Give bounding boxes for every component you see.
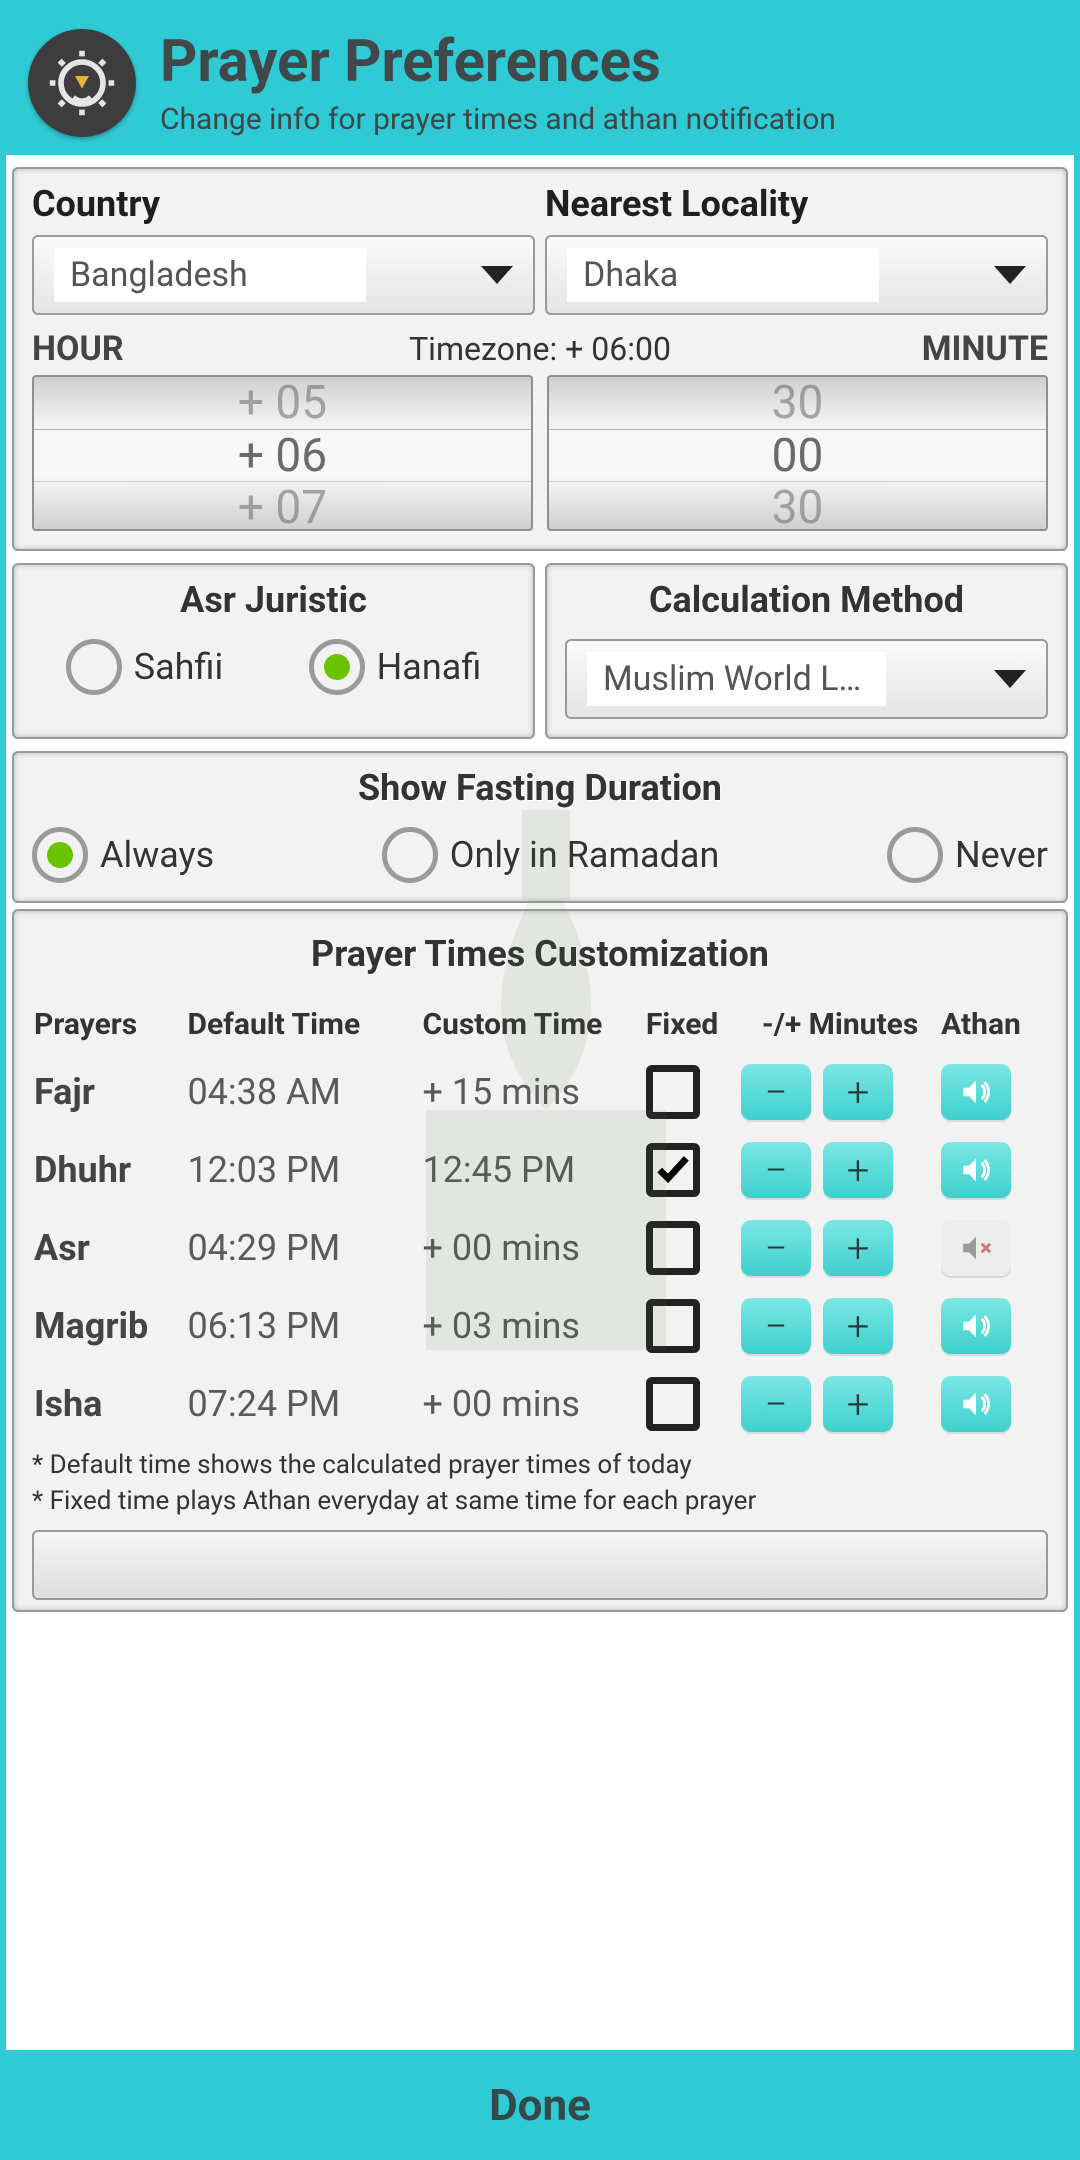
locality-label: Nearest Locality — [545, 183, 1048, 225]
large-action-button[interactable] — [32, 1530, 1048, 1600]
footnote-2: * Fixed time plays Athan everyday at sam… — [32, 1486, 1048, 1516]
plus-button[interactable]: + — [823, 1142, 893, 1198]
fixed-checkbox[interactable] — [646, 1065, 700, 1119]
col-default: Default Time — [187, 997, 420, 1052]
custom-time: + 03 mins — [422, 1288, 643, 1364]
custom-time: + 00 mins — [422, 1366, 643, 1442]
minute-label: MINUTE — [709, 329, 1048, 369]
athan-toggle[interactable] — [941, 1064, 1011, 1120]
default-time: 12:03 PM — [187, 1132, 420, 1208]
table-row: Dhuhr12:03 PM12:45 PM −+ — [34, 1132, 1046, 1208]
footnote-1: * Default time shows the calculated pray… — [32, 1450, 1048, 1480]
fasting-panel: Show Fasting Duration Always Only in Ram… — [12, 751, 1068, 903]
location-panel: Country Bangladesh Nearest Locality Dhak… — [12, 167, 1068, 551]
minute-selected: 00 — [549, 429, 1046, 481]
plus-button[interactable]: + — [823, 1220, 893, 1276]
locality-value: Dhaka — [567, 248, 879, 302]
hour-next: + 07 — [34, 481, 531, 531]
default-time: 04:29 PM — [187, 1210, 420, 1286]
default-time: 06:13 PM — [187, 1288, 420, 1364]
chevron-down-icon — [994, 670, 1026, 688]
country-value: Bangladesh — [54, 248, 366, 302]
col-custom: Custom Time — [422, 997, 643, 1052]
prayer-name: Asr — [34, 1210, 185, 1286]
prayer-times-table: Prayers Default Time Custom Time Fixed -… — [32, 995, 1048, 1444]
fixed-checkbox[interactable] — [646, 1299, 700, 1353]
minute-spinner[interactable]: 30 00 30 — [547, 375, 1048, 531]
asr-title: Asr Juristic — [32, 579, 515, 621]
customization-title: Prayer Times Customization — [32, 933, 1048, 975]
prayer-name: Fajr — [34, 1054, 185, 1130]
asr-panel: Asr Juristic Sahfii Hanafi — [12, 563, 535, 739]
header: Prayer Preferences Change info for praye… — [0, 0, 1080, 155]
radio-sahfii[interactable]: Sahfii — [66, 639, 224, 695]
settings-icon — [28, 29, 136, 137]
minus-button[interactable]: − — [741, 1220, 811, 1276]
minus-button[interactable]: − — [741, 1064, 811, 1120]
athan-toggle[interactable] — [941, 1298, 1011, 1354]
calc-method-value: Muslim World L… — [587, 652, 886, 706]
col-prayers: Prayers — [34, 997, 185, 1052]
radio-always-label: Always — [100, 834, 214, 876]
table-row: Magrib06:13 PM+ 03 mins −+ — [34, 1288, 1046, 1364]
minute-next: 30 — [549, 481, 1046, 531]
hour-prev: + 05 — [34, 377, 531, 429]
custom-time: + 00 mins — [422, 1210, 643, 1286]
fasting-title: Show Fasting Duration — [32, 767, 1048, 809]
timezone-text: Timezone: + 06:00 — [371, 330, 710, 368]
minus-button[interactable]: − — [741, 1376, 811, 1432]
hour-selected: + 06 — [34, 429, 531, 481]
radio-always[interactable]: Always — [32, 827, 214, 883]
custom-time: + 15 mins — [422, 1054, 643, 1130]
default-time: 04:38 AM — [187, 1054, 420, 1130]
athan-toggle[interactable] — [941, 1220, 1011, 1276]
country-label: Country — [32, 183, 535, 225]
table-row: Isha07:24 PM+ 00 mins −+ — [34, 1366, 1046, 1442]
radio-sahfii-label: Sahfii — [134, 646, 224, 688]
prayer-name: Isha — [34, 1366, 185, 1442]
athan-toggle[interactable] — [941, 1376, 1011, 1432]
customization-panel: Prayer Times Customization Prayers Defau… — [12, 909, 1068, 1612]
page-subtitle: Change info for prayer times and athan n… — [160, 102, 836, 137]
radio-hanafi[interactable]: Hanafi — [309, 639, 482, 695]
plus-button[interactable]: + — [823, 1064, 893, 1120]
hour-label: HOUR — [32, 329, 371, 369]
table-row: Asr04:29 PM+ 00 mins −+ — [34, 1210, 1046, 1286]
chevron-down-icon — [994, 266, 1026, 284]
custom-time: 12:45 PM — [422, 1132, 643, 1208]
calc-method-dropdown[interactable]: Muslim World L… — [565, 639, 1048, 719]
athan-toggle[interactable] — [941, 1142, 1011, 1198]
hour-spinner[interactable]: + 05 + 06 + 07 — [32, 375, 533, 531]
fixed-checkbox[interactable] — [646, 1377, 700, 1431]
radio-ramadan-label: Only in Ramadan — [450, 834, 720, 876]
calc-title: Calculation Method — [565, 579, 1048, 621]
done-label: Done — [489, 2079, 591, 2131]
table-row: Fajr04:38 AM+ 15 mins −+ — [34, 1054, 1046, 1130]
prayer-name: Magrib — [34, 1288, 185, 1364]
fixed-checkbox[interactable] — [646, 1221, 700, 1275]
radio-never[interactable]: Never — [887, 827, 1048, 883]
radio-ramadan[interactable]: Only in Ramadan — [382, 827, 720, 883]
done-button[interactable]: Done — [0, 2050, 1080, 2160]
radio-never-label: Never — [955, 834, 1048, 876]
radio-hanafi-label: Hanafi — [377, 646, 482, 688]
calc-panel: Calculation Method Muslim World L… — [545, 563, 1068, 739]
country-dropdown[interactable]: Bangladesh — [32, 235, 535, 315]
default-time: 07:24 PM — [187, 1366, 420, 1442]
page-title: Prayer Preferences — [160, 28, 836, 96]
minus-button[interactable]: − — [741, 1298, 811, 1354]
plus-button[interactable]: + — [823, 1298, 893, 1354]
col-athan: Athan — [941, 997, 1046, 1052]
col-fixed: Fixed — [646, 997, 739, 1052]
fixed-checkbox[interactable] — [646, 1143, 700, 1197]
chevron-down-icon — [481, 266, 513, 284]
minute-prev: 30 — [549, 377, 1046, 429]
plus-button[interactable]: + — [823, 1376, 893, 1432]
minus-button[interactable]: − — [741, 1142, 811, 1198]
prayer-name: Dhuhr — [34, 1132, 185, 1208]
col-minutes: -/+ Minutes — [741, 997, 939, 1052]
locality-dropdown[interactable]: Dhaka — [545, 235, 1048, 315]
